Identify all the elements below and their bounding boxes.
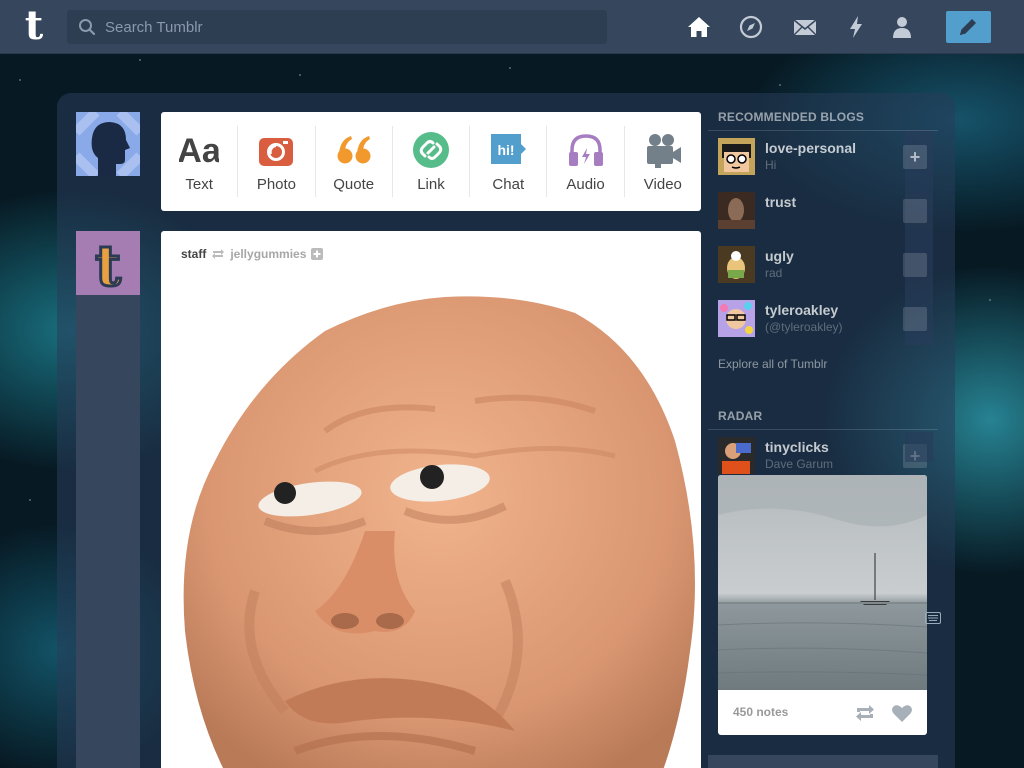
blog-subtitle: rad xyxy=(765,266,783,280)
recommended-blog[interactable]: tyleroakley (@tyleroakley) xyxy=(708,293,938,347)
follow-plus-button[interactable]: + xyxy=(903,145,927,169)
blog-name[interactable]: love-personal xyxy=(765,140,856,156)
svg-text:hi!: hi! xyxy=(498,142,515,158)
svg-text:Aa: Aa xyxy=(179,132,219,170)
blog-name[interactable]: tyleroakley xyxy=(765,302,838,318)
top-navigation-bar: t xyxy=(0,0,1024,54)
post-type-label: Photo xyxy=(256,176,297,193)
blog-avatar[interactable] xyxy=(718,246,755,283)
post-card: staff jellygummies xyxy=(161,231,701,768)
user-avatar[interactable] xyxy=(76,112,140,176)
post-type-link[interactable]: Link xyxy=(393,126,471,197)
home-icon[interactable] xyxy=(686,14,712,40)
compose-button[interactable] xyxy=(946,11,991,43)
post-type-text[interactable]: Aa Text xyxy=(161,126,239,197)
blog-avatar[interactable] xyxy=(718,300,755,337)
blog-name[interactable]: ugly xyxy=(765,248,794,264)
follow-plus-button[interactable] xyxy=(903,253,927,277)
person-icon[interactable] xyxy=(889,14,915,40)
blog-avatar[interactable] xyxy=(718,192,755,229)
radar-post-footer: 450 notes xyxy=(718,690,927,735)
chat-icon: hi! xyxy=(491,134,527,164)
keyboard-icon[interactable] xyxy=(925,612,941,624)
svg-text:t: t xyxy=(95,233,121,295)
tumblr-logo[interactable]: t xyxy=(14,6,54,48)
recommended-blog[interactable]: ugly rad xyxy=(708,239,938,293)
headphones-icon xyxy=(568,134,603,166)
post-type-label: Quote xyxy=(333,176,375,193)
link-icon xyxy=(412,132,449,168)
post-type-quote[interactable]: Quote xyxy=(316,126,393,197)
blog-avatar[interactable] xyxy=(718,138,755,175)
reblog-icon[interactable] xyxy=(854,704,876,722)
post-type-label: Text xyxy=(185,176,213,193)
avatar-rail xyxy=(76,295,140,768)
notes-count[interactable]: 450 notes xyxy=(733,705,788,719)
compass-icon[interactable] xyxy=(738,14,764,40)
post-type-label: Video xyxy=(643,176,682,193)
explore-link[interactable]: Explore all of Tumblr xyxy=(708,347,938,399)
recommended-blogs-title: RECOMMENDED BLOGS xyxy=(708,100,938,131)
blog-subtitle: Hi xyxy=(765,158,777,172)
post-author-link[interactable]: staff xyxy=(181,247,206,261)
recommended-blog[interactable]: trust xyxy=(708,185,938,239)
quote-icon xyxy=(337,136,371,164)
blog-subtitle: Dave Garum xyxy=(765,457,834,471)
heart-icon[interactable] xyxy=(891,704,913,723)
radar-photo[interactable] xyxy=(718,475,927,690)
post-type-chat[interactable]: hi! Chat xyxy=(470,126,548,197)
post-type-label: Link xyxy=(417,176,445,193)
reblogged-from-link[interactable]: jellygummies xyxy=(230,247,306,261)
blog-name[interactable]: tinyclicks xyxy=(765,439,829,455)
lightning-icon[interactable] xyxy=(843,14,869,40)
mail-icon[interactable] xyxy=(792,14,818,40)
camera-icon xyxy=(259,138,294,166)
pencil-icon xyxy=(960,19,976,35)
blog-name[interactable]: trust xyxy=(765,194,796,210)
follow-plus-icon[interactable] xyxy=(311,248,324,260)
blog-subtitle: (@tyleroakley) xyxy=(765,320,843,334)
radar-post-card: 450 notes xyxy=(718,475,927,735)
staff-avatar[interactable]: t xyxy=(76,231,140,301)
blog-avatar[interactable] xyxy=(718,437,755,474)
recommended-blog[interactable]: love-personal Hi + xyxy=(708,131,938,185)
reblog-icon xyxy=(212,249,225,259)
post-type-label: Chat xyxy=(492,176,525,193)
follow-plus-button[interactable] xyxy=(903,199,927,223)
post-type-photo[interactable]: Photo xyxy=(238,126,316,197)
text-post-icon: Aa xyxy=(179,132,219,170)
bottom-panel xyxy=(708,755,938,768)
sidebar: RECOMMENDED BLOGS love-personal Hi + tru… xyxy=(708,100,938,484)
post-type-audio[interactable]: Audio xyxy=(547,126,625,197)
post-photo[interactable] xyxy=(175,291,695,768)
follow-plus-button[interactable] xyxy=(903,307,927,331)
post-type-video[interactable]: Video xyxy=(625,126,701,197)
radar-fade xyxy=(905,432,933,462)
post-header: staff jellygummies xyxy=(181,247,324,261)
post-type-bar: Aa Text Photo Quote Link hi! Chat Audio … xyxy=(161,112,701,211)
post-type-label: Audio xyxy=(566,176,605,193)
video-camera-icon xyxy=(646,134,681,168)
search-icon xyxy=(79,19,96,36)
search-input[interactable] xyxy=(67,10,607,44)
radar-title: RADAR xyxy=(708,399,938,430)
